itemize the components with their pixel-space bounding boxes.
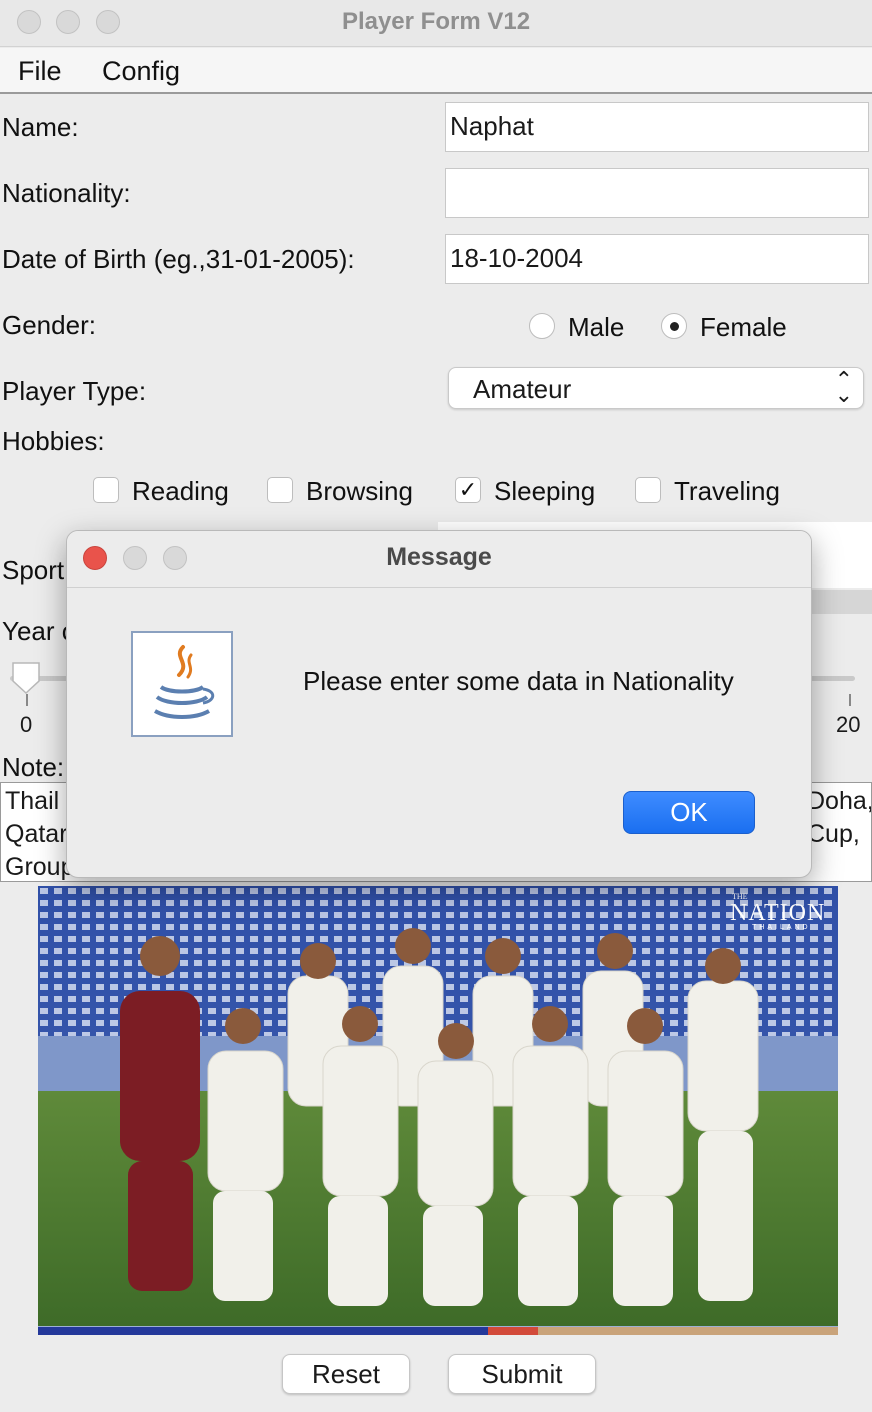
dialog-title: Message [386, 543, 492, 571]
gender-label: Gender: [2, 310, 96, 340]
player-type-select[interactable]: Amateur ⌃ ⌄ [448, 367, 864, 409]
ok-button[interactable]: OK [623, 791, 755, 834]
player-type-value: Amateur [473, 374, 572, 404]
menu-file[interactable]: File [18, 56, 62, 87]
reading-checkbox[interactable] [93, 477, 119, 503]
sport-list-scrollbar[interactable] [810, 590, 872, 614]
watermark-logo: NATION [730, 900, 826, 926]
female-radio[interactable] [661, 313, 687, 339]
reset-button[interactable]: Reset [282, 1354, 410, 1394]
note-line: Qatar [5, 820, 68, 848]
note-line: Group [5, 853, 75, 881]
note-line: Thail [5, 787, 60, 815]
team-photo: THE NATION THAILAND [38, 886, 838, 1335]
dialog-title-bar: Message [67, 531, 811, 588]
name-label: Name: [2, 112, 79, 142]
browsing-label[interactable]: Browsing [306, 476, 413, 507]
java-coffee-icon [131, 631, 233, 737]
player-type-label: Player Type: [2, 376, 147, 406]
menu-config[interactable]: Config [102, 56, 180, 87]
sleeping-checkbox[interactable]: ✓ [455, 477, 481, 503]
dob-field[interactable]: 18-10-2004 [445, 234, 869, 284]
checkmark-icon: ✓ [458, 477, 478, 502]
watermark-sub: THAILAND [752, 924, 811, 931]
window-title: Player Form V12 [341, 8, 531, 35]
dob-label: Date of Birth (eg.,31-01-2005): [2, 244, 355, 274]
submit-button[interactable]: Submit [448, 1354, 596, 1394]
slider-min-label: 0 [20, 712, 33, 737]
slider-tick [849, 694, 851, 706]
sport-label: Sport [2, 555, 65, 585]
female-radio-label[interactable]: Female [700, 312, 787, 343]
dialog-message: Please enter some data in Nationality [303, 666, 734, 696]
note-line: Cup, [807, 820, 860, 848]
note-label: Note: [2, 752, 65, 782]
menu-bar: File Config [0, 48, 872, 94]
year-slider-thumb[interactable] [10, 660, 42, 695]
message-dialog: Message Please enter some data in Nation… [66, 530, 812, 878]
slider-tick [26, 694, 28, 706]
traveling-label[interactable]: Traveling [674, 476, 780, 507]
name-field[interactable]: Naphat [445, 102, 869, 152]
hobbies-label: Hobbies: [2, 426, 105, 456]
slider-max-label: 20 [836, 712, 861, 737]
sleeping-label[interactable]: Sleeping [494, 476, 595, 507]
nationality-field[interactable] [445, 168, 869, 218]
note-line: Doha, [807, 787, 872, 815]
male-radio[interactable] [529, 313, 555, 339]
note-text-left: Thail Qatar Group [5, 785, 75, 881]
reading-label[interactable]: Reading [132, 476, 229, 507]
nationality-label: Nationality: [2, 178, 131, 208]
male-radio-label[interactable]: Male [568, 312, 624, 343]
up-down-chevron-icon: ⌃ ⌄ [834, 367, 853, 407]
title-bar: Player Form V12 [0, 0, 872, 47]
browsing-checkbox[interactable] [267, 477, 293, 503]
note-text-right: Doha, Cup, [807, 785, 872, 851]
traveling-checkbox[interactable] [635, 477, 661, 503]
